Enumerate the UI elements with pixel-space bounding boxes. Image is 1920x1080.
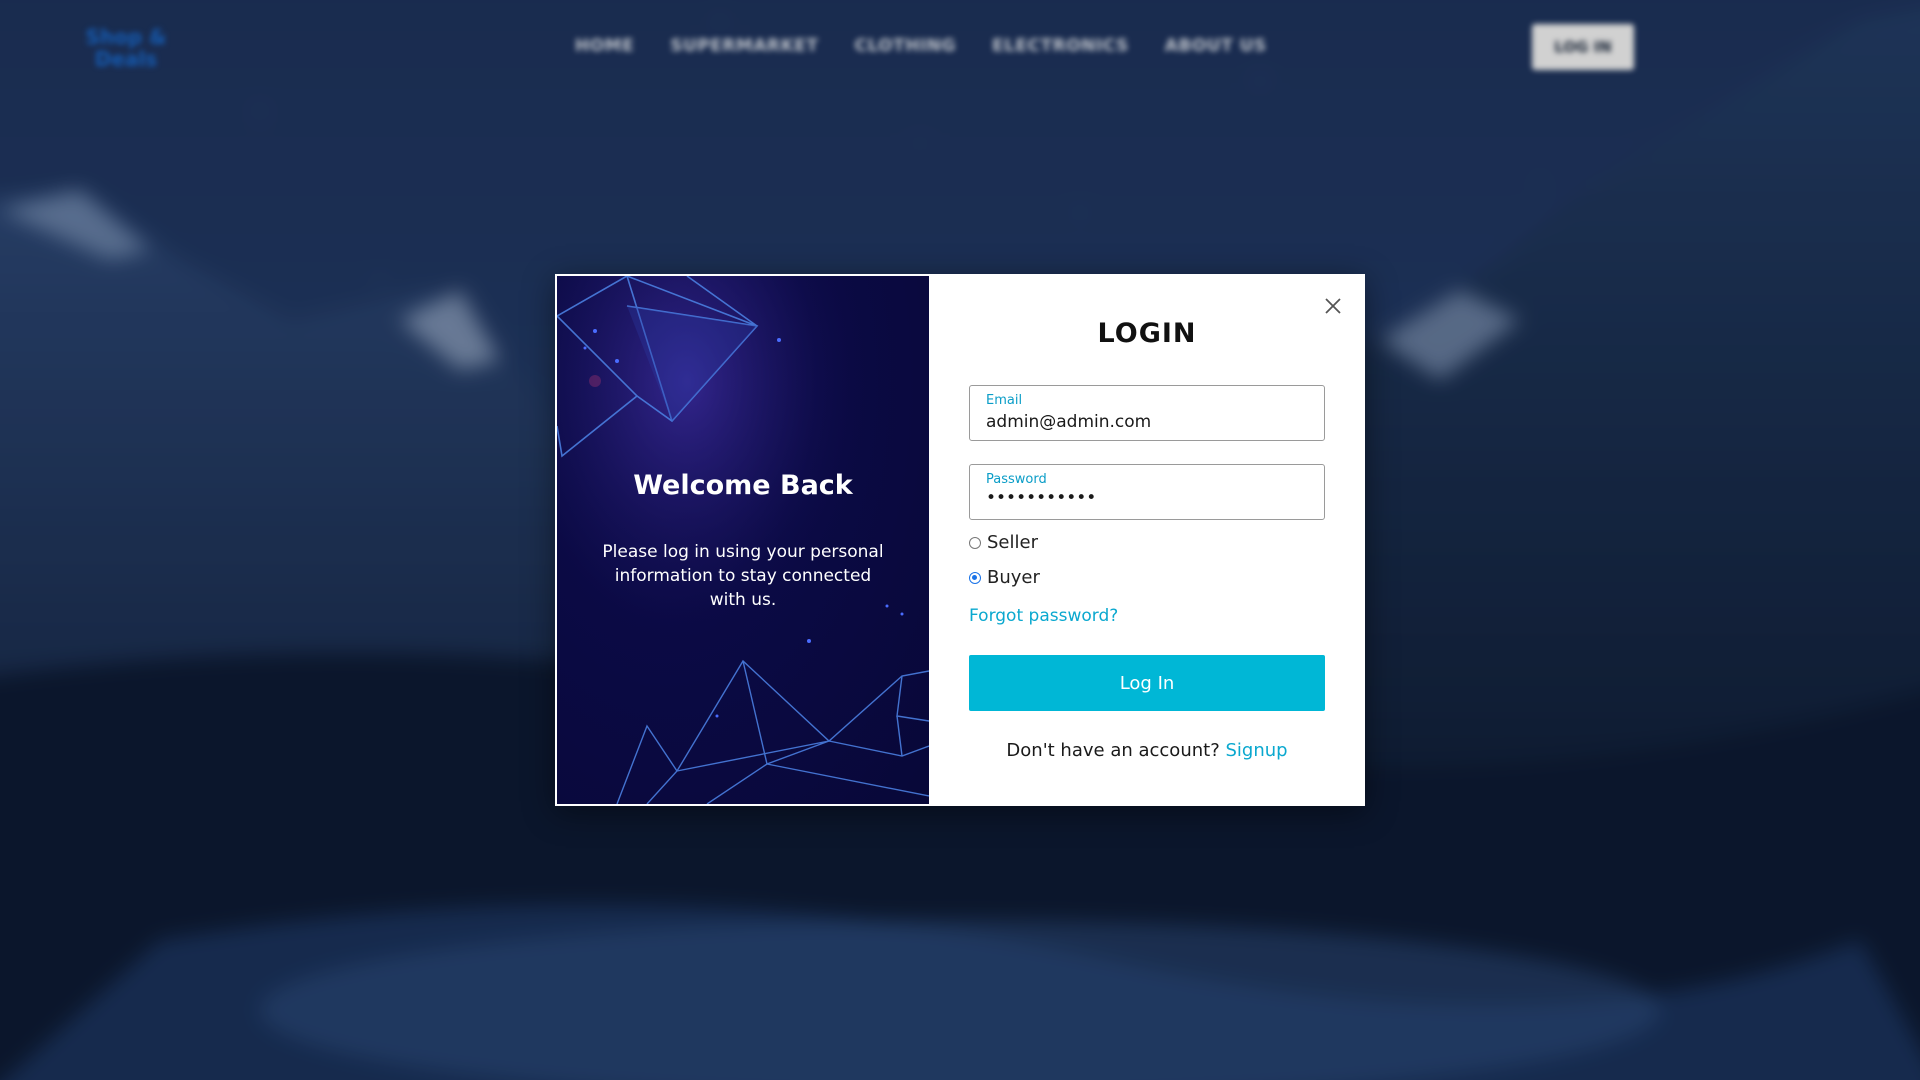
password-label: Password	[986, 472, 1047, 487]
buyer-radio[interactable]	[969, 571, 981, 584]
role-option-buyer[interactable]: Buyer	[969, 567, 1040, 588]
login-modal: Welcome Back Please log in using your pe…	[555, 274, 1365, 806]
welcome-title: Welcome Back	[633, 470, 853, 501]
email-value: admin@admin.com	[986, 412, 1152, 432]
buyer-label: Buyer	[987, 567, 1040, 588]
signup-prompt: Don't have an account?	[1006, 740, 1226, 761]
email-label: Email	[986, 393, 1023, 408]
signup-row: Don't have an account? Signup	[929, 740, 1365, 761]
forgot-password-link[interactable]: Forgot password?	[969, 606, 1118, 626]
login-form-panel: LOGIN Email admin@admin.com Password •••…	[929, 274, 1365, 806]
password-value: •••••••••••	[986, 488, 1097, 508]
welcome-panel: Welcome Back Please log in using your pe…	[557, 276, 929, 804]
welcome-text: Please log in using your personal inform…	[602, 542, 884, 610]
password-field[interactable]: Password •••••••••••	[969, 464, 1325, 520]
seller-radio[interactable]	[969, 536, 981, 549]
close-icon	[1325, 298, 1341, 314]
email-field[interactable]: Email admin@admin.com	[969, 385, 1325, 441]
role-option-seller[interactable]: Seller	[969, 532, 1038, 553]
close-button[interactable]	[1319, 292, 1347, 320]
login-button[interactable]: Log In	[969, 655, 1325, 711]
login-title: LOGIN	[1097, 318, 1197, 349]
seller-label: Seller	[987, 532, 1038, 553]
signup-link[interactable]: Signup	[1225, 740, 1287, 761]
